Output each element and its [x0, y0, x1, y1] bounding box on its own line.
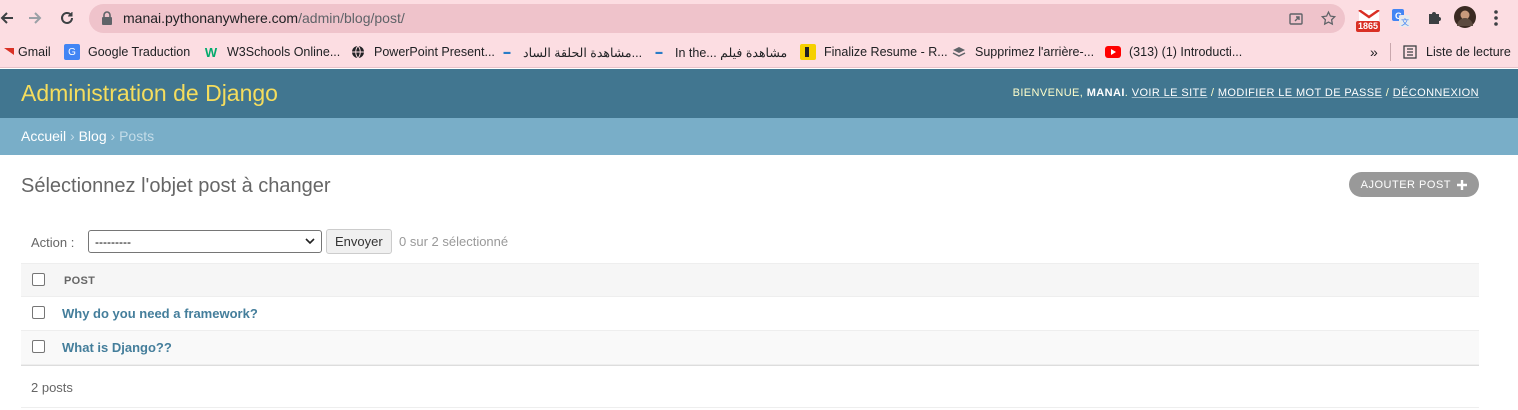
action-select[interactable]: ---------: [88, 230, 322, 253]
actions-bar: Action : --------- Envoyer 0 sur 2 sélec…: [21, 229, 1479, 255]
separator: /: [1210, 87, 1215, 99]
globe-icon: [350, 44, 366, 60]
url-path: /admin/blog/post/: [298, 10, 405, 26]
url-text[interactable]: manai.pythonanywhere.com/admin/blog/post…: [123, 10, 405, 26]
bookmark-label: In the... مشاهدة فيلم: [675, 45, 788, 60]
bookmarks-divider: [1390, 43, 1391, 61]
bookmark-arabic-film[interactable]: ▬ In the... مشاهدة فيلم: [651, 42, 788, 62]
bookmark-youtube[interactable]: (313) (1) Introducti...: [1105, 42, 1242, 62]
bookmark-label: Finalize Resume - R...: [824, 45, 948, 59]
select-all-checkbox[interactable]: [32, 273, 45, 286]
table-row: What is Django??: [21, 331, 1479, 365]
translate-extension-icon[interactable]: G文: [1391, 8, 1411, 28]
breadcrumb-current: Posts: [119, 128, 155, 144]
user-tools: BIENVENUE, MANAI. VOIR LE SITE / MODIFIE…: [1012, 87, 1479, 99]
bookmark-label: Google Traduction: [88, 45, 191, 59]
view-site-link[interactable]: VOIR LE SITE: [1132, 87, 1208, 99]
back-icon[interactable]: [0, 7, 18, 29]
gmail-badge: 1865: [1356, 21, 1381, 32]
site-branding[interactable]: Administration de Django: [21, 80, 278, 107]
column-header-post[interactable]: POST: [64, 275, 95, 287]
action-selected-option: ---------: [95, 234, 131, 249]
bookmark-label: Supprimez l'arrière-...: [975, 45, 1095, 59]
gmail-icon: [4, 44, 14, 60]
url-host: manai.pythonanywhere.com: [123, 10, 299, 26]
bookmarks-bar: Gmail G Google Traduction W W3Schools On…: [0, 37, 1518, 68]
reload-icon[interactable]: [56, 7, 78, 29]
address-bar[interactable]: manai.pythonanywhere.com/admin/blog/post…: [89, 4, 1345, 33]
youtube-icon: [1105, 44, 1121, 60]
selection-counter: 0 sur 2 sélectionné: [399, 234, 509, 249]
breadcrumb-blog[interactable]: Blog: [79, 128, 107, 144]
w3schools-icon: W: [204, 44, 218, 60]
bookmark-label: PowerPoint Present...: [374, 45, 495, 59]
add-post-button[interactable]: AJOUTER POST: [1348, 172, 1479, 197]
go-button[interactable]: Envoyer: [326, 229, 392, 254]
browser-menu-icon[interactable]: [1488, 8, 1504, 28]
breadcrumb-separator: ›: [110, 128, 116, 144]
username: MANAI: [1086, 87, 1125, 99]
post-link[interactable]: Why do you need a framework?: [62, 306, 258, 321]
google-translate-icon: G: [64, 44, 80, 60]
bookmark-gmail[interactable]: Gmail: [4, 42, 51, 62]
more-bookmarks-button[interactable]: »: [1370, 42, 1378, 62]
separator: /: [1385, 87, 1390, 99]
breadcrumb: Accueil › Blog › Posts: [0, 118, 1518, 155]
bookmark-google-translate[interactable]: G Google Traduction: [64, 42, 190, 62]
lock-icon[interactable]: [101, 11, 113, 30]
breadcrumb-home[interactable]: Accueil: [21, 128, 66, 144]
bookmark-label: Gmail: [18, 45, 51, 59]
resume-icon: [800, 44, 816, 60]
bookmark-arabic-episode[interactable]: ▬ مشاهدة الحلقة الساد...: [499, 42, 643, 62]
profile-avatar[interactable]: [1454, 6, 1476, 28]
row-checkbox[interactable]: [32, 340, 45, 353]
plus-icon: [1457, 177, 1467, 193]
table-row: Why do you need a framework?: [21, 297, 1479, 331]
results-table: POST Why do you need a framework? What i…: [21, 263, 1479, 365]
share-icon[interactable]: [1288, 11, 1304, 32]
breadcrumb-separator: ›: [70, 128, 75, 144]
svg-text:文: 文: [1401, 17, 1409, 27]
layers-icon: [951, 44, 967, 60]
bookmark-resume[interactable]: Finalize Resume - R...: [800, 42, 948, 62]
browser-toolbar: manai.pythonanywhere.com/admin/blog/post…: [0, 0, 1518, 37]
admin-header: Administration de Django BIENVENUE, MANA…: [0, 69, 1518, 118]
page-title: Sélectionnez l'objet post à changer: [21, 175, 331, 197]
reading-list-button[interactable]: Liste de lecture: [1402, 42, 1511, 62]
reading-list-label: Liste de lecture: [1426, 45, 1511, 59]
bookmark-remove-bg[interactable]: Supprimez l'arrière-...: [951, 42, 1094, 62]
table-header: POST: [21, 263, 1479, 297]
chevron-down-icon: [305, 234, 315, 251]
site-icon: ▬: [655, 48, 663, 56]
bookmark-powerpoint[interactable]: PowerPoint Present...: [350, 42, 495, 62]
bookmark-w3schools[interactable]: W W3Schools Online...: [203, 42, 340, 62]
forward-icon[interactable]: [24, 7, 46, 29]
extensions-puzzle-icon[interactable]: [1424, 8, 1444, 28]
bookmark-label: مشاهدة الحلقة الساد...: [523, 45, 643, 60]
change-password-link[interactable]: MODIFIER LE MOT DE PASSE: [1218, 87, 1382, 99]
welcome-text: BIENVENUE,: [1012, 87, 1084, 99]
reading-list-icon: [1402, 44, 1418, 60]
paginator: 2 posts: [21, 365, 1479, 408]
site-icon: ▬: [503, 48, 511, 56]
bookmark-label: W3Schools Online...: [227, 45, 341, 59]
logout-link[interactable]: DÉCONNEXION: [1393, 87, 1479, 99]
row-checkbox[interactable]: [32, 306, 45, 319]
post-link[interactable]: What is Django??: [62, 340, 172, 355]
bookmark-star-icon[interactable]: [1320, 10, 1337, 32]
add-post-label: AJOUTER POST: [1360, 178, 1451, 191]
action-label: Action :: [31, 234, 75, 250]
bookmark-label: (313) (1) Introducti...: [1129, 45, 1243, 59]
